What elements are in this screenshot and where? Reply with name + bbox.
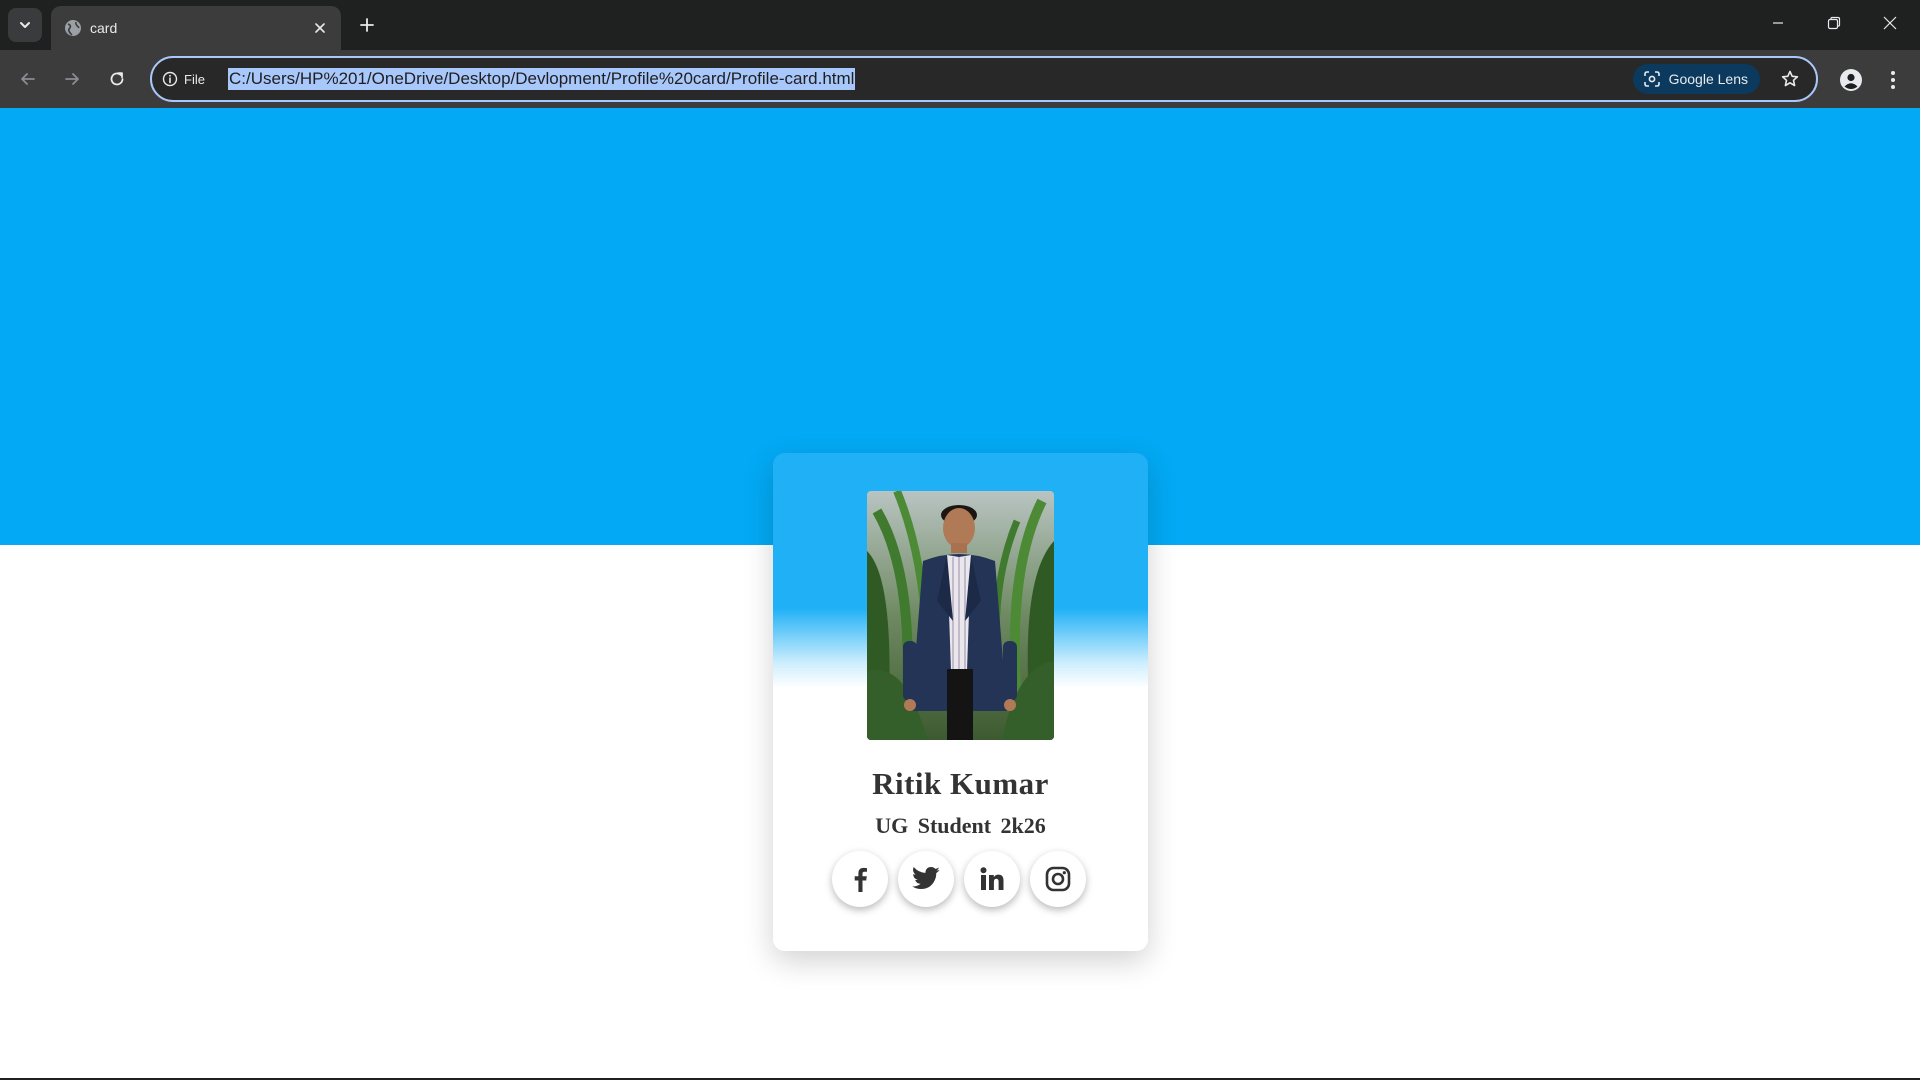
security-label: File [184,71,205,87]
facebook-icon [854,867,867,892]
info-icon [162,71,178,87]
social-links [832,851,1092,911]
site-info-button[interactable]: File [162,66,205,92]
instagram-link[interactable] [1030,851,1086,907]
address-bar[interactable]: File C:/Users/HP%201/OneDrive/Desktop/De… [150,56,1818,102]
restore-icon [1827,16,1841,30]
browser-toolbar: File C:/Users/HP%201/OneDrive/Desktop/De… [0,50,1920,108]
tab-close-button[interactable] [309,17,331,39]
account-icon [1840,69,1862,91]
bookmark-button[interactable] [1778,67,1802,91]
forward-button[interactable] [54,61,90,97]
profile-photo-image [867,491,1054,740]
restore-button[interactable] [1806,0,1862,46]
back-button[interactable] [10,61,46,97]
arrow-left-icon [21,73,35,85]
tab-search-button[interactable] [8,8,42,42]
instagram-icon [1045,866,1071,892]
browser-menu-button[interactable] [1876,63,1910,97]
arrow-right-icon [65,73,79,85]
browser-tab[interactable]: card [51,6,341,50]
minimize-button[interactable] [1750,0,1806,46]
minimize-icon [1773,22,1783,24]
close-icon [1883,16,1897,30]
page-viewport: Ritik Kumar UG Student 2k26 [0,108,1920,1078]
google-lens-button[interactable]: Google Lens [1632,64,1760,94]
reload-icon [110,72,124,86]
lens-icon [1643,71,1660,87]
star-icon [1781,70,1799,87]
globe-icon [65,20,81,36]
tab-strip: card [0,0,1920,50]
profile-role: UG Student 2k26 [875,813,1046,838]
tab-title: card [90,20,118,36]
twitter-link[interactable] [898,851,954,907]
twitter-icon [912,867,940,889]
close-icon [315,23,325,33]
url-text[interactable]: C:/Users/HP%201/OneDrive/Desktop/Devlopm… [228,68,856,90]
profile-card: Ritik Kumar UG Student 2k26 [773,453,1148,951]
new-tab-button[interactable] [353,11,381,39]
google-lens-label: Google Lens [1668,71,1748,87]
chevron-down-icon [20,22,30,28]
close-window-button[interactable] [1862,0,1918,46]
linkedin-icon [980,867,1004,890]
linkedin-link[interactable] [964,851,1020,907]
facebook-link[interactable] [832,851,888,907]
more-vertical-icon [1891,71,1895,89]
profile-photo [867,491,1054,740]
profile-button[interactable] [1834,63,1868,97]
plus-icon [360,18,374,32]
profile-name: Ritik Kumar [872,766,1049,801]
reload-button[interactable] [99,61,135,97]
